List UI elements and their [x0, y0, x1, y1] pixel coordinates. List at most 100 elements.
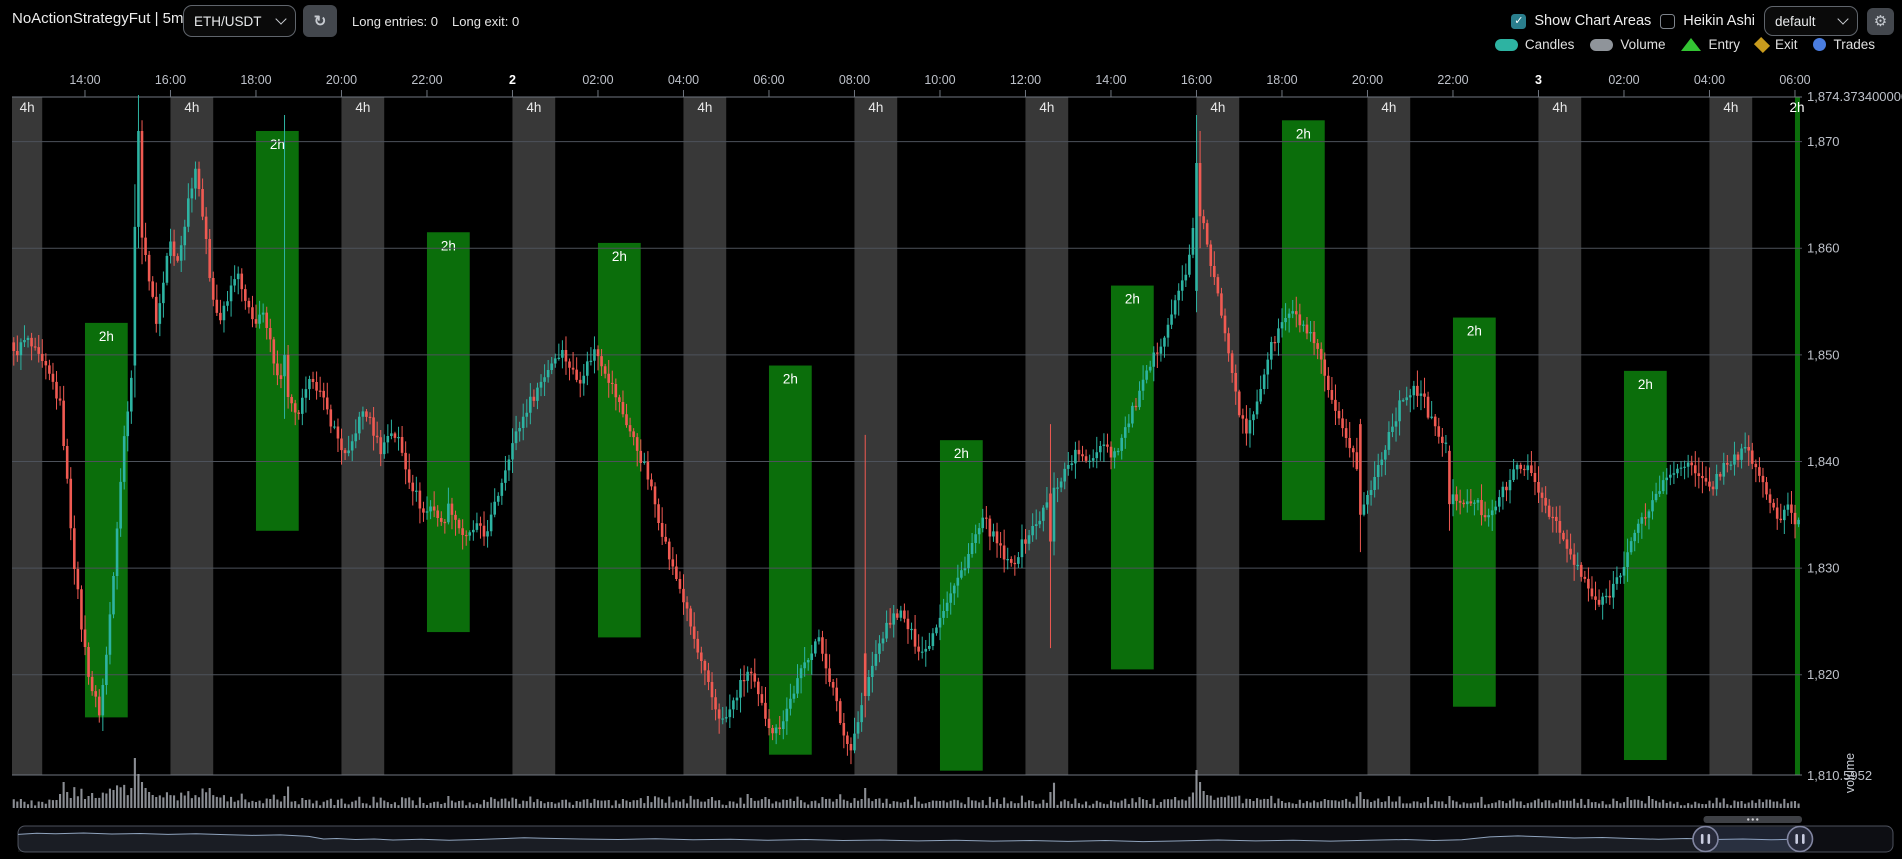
area-label: 2h — [99, 329, 114, 344]
y-axis: 1,874.3734000001,8701,8601,8501,8401,830… — [1807, 89, 1902, 793]
x-axis-label: 2 — [509, 73, 516, 87]
legend-item-trades[interactable]: Trades — [1813, 37, 1875, 52]
x-axis-label: 08:00 — [839, 73, 870, 87]
area-label: 4h — [1210, 100, 1225, 115]
area-label: 2h — [954, 446, 969, 461]
settings-button[interactable]: ⚙ — [1867, 8, 1894, 35]
legend-item-entry[interactable]: Entry — [1681, 37, 1740, 52]
x-axis-label: 04:00 — [668, 73, 699, 87]
area-4h — [854, 97, 897, 775]
area-label: 2h — [1467, 324, 1482, 339]
top-toolbar: NoActionStrategyFut | 5m ETH/USDT ↻ Long… — [0, 0, 1902, 58]
area-label: 2h — [1125, 292, 1140, 307]
x-axis-label: 20:00 — [1352, 73, 1383, 87]
area-label: 4h — [184, 100, 199, 115]
x-axis-label: 10:00 — [924, 73, 955, 87]
area-label: 2h — [270, 137, 285, 152]
x-axis-label: 04:00 — [1694, 73, 1725, 87]
plot-config-value: default — [1775, 14, 1816, 29]
grip-dot — [1756, 818, 1758, 820]
area-4h — [1709, 97, 1752, 775]
area-2h — [598, 243, 641, 637]
x-axis-label: 22:00 — [1437, 73, 1468, 87]
price-chart[interactable]: 4h4h4h4h4h4h4h4h4h4h4h2h2h2h2h2h2h2h2h2h… — [0, 0, 1902, 859]
y-axis-label: 1,850 — [1807, 347, 1840, 362]
y-axis-label: 1,860 — [1807, 241, 1840, 256]
area-label: 4h — [20, 100, 35, 115]
area-label: 2h — [612, 249, 627, 264]
area-label: 2h — [1296, 126, 1311, 141]
heikin-ashi-label: Heikin Ashi — [1683, 13, 1755, 29]
x-axis: 14:00 16:00 18:00 20:00 22:00 2 02:00 04:00 06:0… — [12, 73, 1811, 97]
area-2h — [427, 232, 470, 632]
x-axis-label: 14:00 — [69, 73, 100, 87]
show-chart-areas-label: Show Chart Areas — [1534, 13, 1651, 29]
x-axis-label: 16:00 — [155, 73, 186, 87]
volume-bars — [13, 758, 1800, 808]
datazoom-handle-left[interactable] — [1693, 827, 1718, 852]
show-chart-areas-toggle[interactable]: ✓ Show Chart Areas — [1511, 13, 1651, 29]
pair-select[interactable]: ETH/USDT — [183, 5, 296, 37]
trades-circle-icon — [1813, 38, 1826, 51]
area-label: 2h — [1789, 100, 1804, 115]
area-label: 4h — [1039, 100, 1054, 115]
show-chart-areas-checkbox[interactable]: ✓ — [1511, 14, 1526, 29]
x-axis-label: 18:00 — [240, 73, 271, 87]
area-4h — [12, 97, 42, 775]
volume-marker — [1590, 39, 1613, 51]
area-4h — [1538, 97, 1581, 775]
entry-triangle-icon — [1681, 38, 1701, 51]
gear-icon: ⚙ — [1874, 12, 1887, 30]
area-2h — [256, 131, 299, 531]
area-2h — [1282, 120, 1325, 520]
signal-stats: Long entries: 0 Long exit: 0 — [352, 14, 519, 29]
exit-diamond-icon — [1754, 36, 1770, 52]
area-label: 4h — [526, 100, 541, 115]
area-label: 4h — [355, 100, 370, 115]
pair-select-value: ETH/USDT — [194, 14, 262, 29]
grip-dot — [1752, 818, 1754, 820]
y-axis-label: 1,870 — [1807, 134, 1840, 149]
area-label: 4h — [1723, 100, 1738, 115]
area-2h — [1795, 97, 1800, 775]
x-axis-label: 16:00 — [1181, 73, 1212, 87]
heikin-ashi-checkbox[interactable] — [1660, 14, 1675, 29]
legend-item-volume[interactable]: Volume — [1590, 37, 1665, 52]
y-axis-label: 1,820 — [1807, 667, 1840, 682]
refresh-button[interactable]: ↻ — [303, 5, 337, 37]
x-axis-label: 06:00 — [753, 73, 784, 87]
x-axis-label: 12:00 — [1010, 73, 1041, 87]
volume-series — [13, 758, 1800, 808]
datazoom-handle-right[interactable] — [1788, 827, 1813, 852]
long-entries-count: Long entries: 0 — [352, 14, 438, 29]
plot-config-select[interactable]: default — [1764, 6, 1858, 36]
x-axis-label: 22:00 — [411, 73, 442, 87]
x-axis-label: 02:00 — [1608, 73, 1639, 87]
y-axis-label: 1,830 — [1807, 561, 1840, 576]
chart-legend: Candles Volume Entry Exit Trades — [1495, 37, 1875, 52]
y-axis-label: 1,810.5952 — [1807, 768, 1872, 783]
legend-item-exit[interactable]: Exit — [1756, 37, 1798, 52]
datazoom-navigator[interactable] — [18, 816, 1893, 852]
chevron-down-icon — [275, 13, 286, 24]
chart-controls: ✓ Show Chart Areas Heikin Ashi default ⚙ — [1511, 6, 1894, 36]
legend-item-candles[interactable]: Candles — [1495, 37, 1575, 52]
area-label: 4h — [868, 100, 883, 115]
datazoom-selection[interactable] — [1706, 827, 1801, 851]
area-label: 2h — [441, 238, 456, 253]
area-label: 2h — [783, 372, 798, 387]
x-axis-label: 18:00 — [1266, 73, 1297, 87]
area-4h — [1025, 97, 1068, 775]
volume-axis-label: volume — [1843, 753, 1857, 793]
refresh-icon: ↻ — [314, 12, 327, 30]
grip-dot — [1747, 818, 1749, 820]
area-4h — [512, 97, 555, 775]
heikin-ashi-toggle[interactable]: Heikin Ashi — [1660, 13, 1755, 29]
strategy-title: NoActionStrategyFut | 5m — [12, 10, 183, 27]
y-axis-label: 1,840 — [1807, 454, 1840, 469]
area-4h — [1196, 97, 1239, 775]
x-axis-label: 02:00 — [582, 73, 613, 87]
area-label: 4h — [1381, 100, 1396, 115]
x-axis-label: 20:00 — [326, 73, 357, 87]
candles-marker — [1495, 39, 1518, 51]
